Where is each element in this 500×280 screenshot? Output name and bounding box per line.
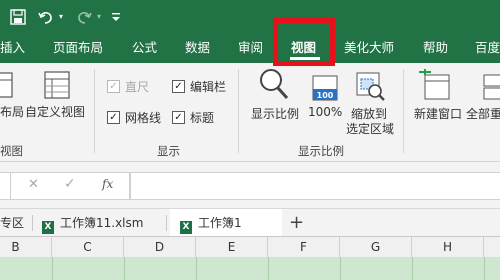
column-header-row: B C D E F G H bbox=[0, 236, 500, 258]
zoom-100-icon[interactable]: 100 bbox=[312, 75, 338, 101]
new-window-icon[interactable] bbox=[419, 69, 453, 101]
page-layout-view-icon[interactable] bbox=[0, 71, 14, 99]
grid-line bbox=[340, 257, 341, 280]
column-header[interactable]: G bbox=[340, 237, 412, 257]
new-workbook-tab-button[interactable]: + bbox=[289, 209, 304, 237]
zoom-100-label[interactable]: 100% bbox=[308, 105, 342, 119]
zoom-magnifier-icon[interactable] bbox=[258, 67, 290, 101]
tab-divider bbox=[32, 215, 33, 231]
group-separator bbox=[403, 69, 404, 153]
formula-bar-label[interactable]: 编辑栏 bbox=[190, 78, 226, 95]
column-header[interactable]: F bbox=[268, 237, 340, 257]
headings-checkbox[interactable]: ✓ bbox=[172, 111, 185, 124]
zoom-to-selection-icon[interactable] bbox=[355, 71, 385, 101]
redo-icon bbox=[74, 6, 94, 28]
workbook-tab-1-label: 工作簿11.xlsm bbox=[60, 216, 144, 230]
svg-text:100: 100 bbox=[317, 91, 334, 100]
formula-controls: ✕ ✓ fx bbox=[10, 172, 130, 200]
workbook-tab-2[interactable]: X 工作簿1 bbox=[180, 209, 242, 237]
ribbon-tabs: 插入 页面布局 公式 数据 审阅 视图 美化大师 帮助 百度 bbox=[0, 33, 500, 63]
formula-input[interactable] bbox=[130, 172, 500, 200]
tab-formulas[interactable]: 公式 bbox=[132, 33, 157, 63]
customize-quick-access-icon[interactable] bbox=[110, 6, 122, 28]
save-icon[interactable] bbox=[8, 6, 28, 28]
workbook-tab-partial[interactable]: 专区 bbox=[0, 209, 24, 237]
tab-review[interactable]: 审阅 bbox=[238, 33, 263, 63]
grid-line bbox=[484, 257, 485, 280]
zoom-label[interactable]: 显示比例 bbox=[251, 105, 299, 122]
zoom-to-selection-label-line2[interactable]: 选定区域 bbox=[346, 120, 394, 137]
column-header[interactable]: E bbox=[196, 237, 268, 257]
column-header[interactable]: H bbox=[412, 237, 484, 257]
tab-beautify-master[interactable]: 美化大师 bbox=[344, 33, 394, 63]
formula-bar-checkbox[interactable]: ✓ bbox=[172, 80, 185, 93]
arrange-all-icon[interactable] bbox=[480, 69, 500, 101]
grid-line bbox=[196, 257, 197, 280]
cancel-icon[interactable]: ✕ bbox=[28, 177, 39, 192]
group-separator bbox=[94, 69, 95, 153]
title-bar: ▾ ▾ bbox=[0, 0, 500, 33]
cell-grid[interactable] bbox=[0, 257, 500, 280]
tab-baidu[interactable]: 百度 bbox=[475, 33, 500, 63]
new-window-label[interactable]: 新建窗口 bbox=[414, 105, 462, 122]
tab-insert[interactable]: 插入 bbox=[0, 33, 25, 63]
workbook-views-group-title: 视图 bbox=[0, 144, 23, 158]
tab-data[interactable]: 数据 bbox=[185, 33, 210, 63]
undo-dropdown-icon[interactable]: ▾ bbox=[57, 6, 65, 28]
tab-help[interactable]: 帮助 bbox=[423, 33, 448, 63]
arrange-all-label[interactable]: 全部重 bbox=[466, 105, 500, 122]
grid-line bbox=[124, 257, 125, 280]
custom-views-icon[interactable] bbox=[40, 69, 74, 101]
group-separator bbox=[238, 69, 239, 153]
tab-divider bbox=[166, 215, 167, 231]
redo-dropdown-icon: ▾ bbox=[96, 12, 101, 21]
ruler-label: 直尺 bbox=[125, 80, 150, 94]
custom-views-label[interactable]: 自定义视图 bbox=[25, 103, 85, 120]
workbook-tab-1[interactable]: X 工作簿11.xlsm bbox=[42, 209, 143, 237]
tab-page-layout[interactable]: 页面布局 bbox=[53, 33, 103, 63]
gridlines-checkbox[interactable]: ✓ bbox=[107, 111, 120, 124]
show-group-title: 显示 bbox=[157, 144, 180, 158]
highlight-box bbox=[273, 18, 335, 66]
column-header[interactable]: D bbox=[124, 237, 196, 257]
enter-icon[interactable]: ✓ bbox=[64, 176, 76, 192]
column-header[interactable]: C bbox=[52, 237, 124, 257]
workbook-tab-bar: 专区 X 工作簿11.xlsm X 工作簿1 + bbox=[0, 208, 500, 237]
workbook-tab-2-label: 工作簿1 bbox=[198, 216, 242, 230]
column-header[interactable]: B bbox=[0, 237, 52, 257]
grid-line bbox=[412, 257, 413, 280]
zoom-group-title: 显示比例 bbox=[298, 144, 344, 158]
grid-line bbox=[52, 257, 53, 280]
excel-file-icon: X bbox=[42, 221, 54, 234]
grid-line bbox=[268, 257, 269, 280]
ribbon: 布局 自定义视图 视图 ✓ 直尺 ✓ 编辑栏 ✓ 网格线 ✓ 标题 显示 显示比… bbox=[0, 63, 500, 162]
undo-icon[interactable] bbox=[36, 6, 56, 28]
insert-function-icon[interactable]: fx bbox=[102, 177, 113, 191]
ruler-checkbox: ✓ bbox=[107, 80, 120, 93]
page-layout-view-label[interactable]: 布局 bbox=[0, 103, 24, 120]
excel-file-icon: X bbox=[180, 221, 192, 234]
headings-label[interactable]: 标题 bbox=[190, 109, 214, 126]
gridlines-label[interactable]: 网格线 bbox=[125, 109, 161, 126]
